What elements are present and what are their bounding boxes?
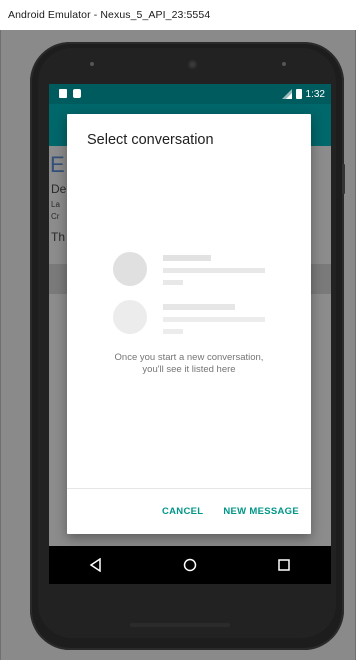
placeholder-avatar-icon [113, 300, 147, 334]
side-button[interactable] [342, 164, 345, 194]
background-heading: E [50, 152, 65, 177]
background-line: Cr [51, 212, 60, 221]
new-message-button[interactable]: NEW MESSAGE [223, 506, 299, 517]
status-bar: 1:32 [49, 84, 331, 104]
background-line: La [51, 200, 60, 209]
placeholder-line [163, 317, 265, 322]
window-title: Android Emulator - Nexus_5_API_23:5554 [8, 9, 211, 21]
empty-state-message: Once you start a new conversation, you'l… [114, 352, 264, 375]
sensor-dot [282, 62, 286, 66]
nav-recents-button[interactable] [264, 550, 304, 580]
bottom-speaker [130, 623, 230, 627]
select-conversation-dialog: Select conversation Once you start a new… [67, 114, 311, 534]
sensor-dot [90, 62, 94, 66]
nav-home-button[interactable] [170, 550, 210, 580]
signal-icon [281, 89, 292, 99]
front-camera [188, 60, 197, 69]
dialog-title: Select conversation [87, 132, 214, 148]
home-icon [183, 558, 197, 572]
placeholder-line [163, 255, 211, 261]
background-line: De [51, 182, 67, 196]
status-right-group: 1:32 [281, 87, 325, 101]
navigation-bar [49, 546, 331, 584]
placeholder-line [163, 329, 183, 334]
placeholder-line [163, 304, 235, 310]
window-left-edge [0, 30, 1, 660]
device-screen[interactable]: 1:32 E De La Cr Th Select conversation O… [49, 84, 331, 584]
nav-back-button[interactable] [76, 550, 116, 580]
placeholder-line [163, 268, 265, 273]
background-line: Th [51, 230, 66, 244]
status-time: 1:32 [305, 88, 325, 100]
dialog-divider [67, 488, 311, 489]
sd-card-icon [59, 89, 67, 98]
recents-icon [278, 559, 290, 571]
cancel-button[interactable]: CANCEL [162, 506, 203, 517]
placeholder-avatar-icon [113, 252, 147, 286]
notification-icon [73, 89, 81, 98]
emulator-window-titlebar[interactable]: Android Emulator - Nexus_5_API_23:5554 [0, 0, 356, 31]
placeholder-line [163, 280, 183, 285]
dialog-actions: CANCEL NEW MESSAGE [162, 506, 299, 517]
back-icon [89, 558, 101, 572]
battery-icon [295, 89, 302, 99]
